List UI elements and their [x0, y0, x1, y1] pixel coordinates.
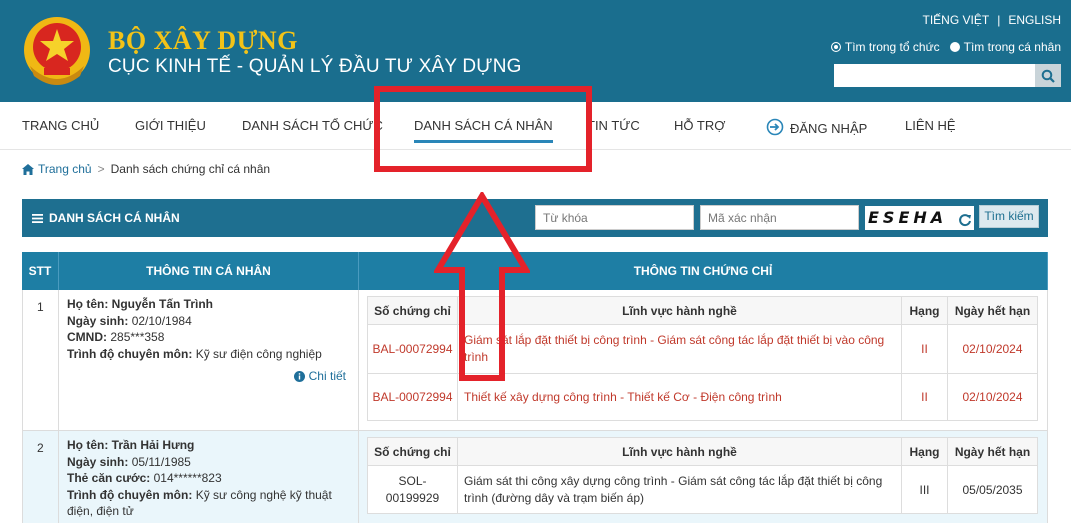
- cert-field: Thiết kế xây dựng công trình - Thiết kế …: [457, 373, 902, 421]
- cert-col-lv: Lĩnh vực hành nghề: [457, 296, 902, 325]
- nav-news[interactable]: TIN TỨC: [587, 118, 640, 133]
- nav-persons[interactable]: DANH SÁCH CÁ NHÂN: [414, 118, 553, 143]
- person-info: Họ tên: Nguyễn Tấn Trình Ngày sinh: 02/1…: [59, 290, 359, 430]
- cert-col-so: Số chứng chỉ: [367, 437, 458, 466]
- nav-about[interactable]: GIỚI THIỆU: [135, 118, 206, 133]
- breadcrumb: Trang chủ > Danh sách chứng chỉ cá nhân: [22, 162, 270, 176]
- scope-person-radio[interactable]: Tìm trong cá nhân: [949, 40, 1061, 54]
- cert-row[interactable]: BAL-00072994 Giám sát lắp đặt thiết bị c…: [367, 324, 1038, 374]
- nav-login[interactable]: ĐĂNG NHẬP: [766, 118, 867, 136]
- lang-en-link[interactable]: ENGLISH: [1008, 13, 1061, 27]
- cert-row[interactable]: SOL-00199929 Giám sát thi công xây dựng …: [367, 465, 1038, 514]
- person-dob: 05/11/1985: [131, 454, 191, 469]
- search-button[interactable]: Tìm kiếm: [979, 205, 1039, 228]
- table-header: STT THÔNG TIN CÁ NHÂN THÔNG TIN CHỨNG CH…: [22, 252, 1048, 290]
- cert-col-hang: Hạng: [901, 296, 948, 325]
- cert-col-nh: Ngày hết hạn: [947, 437, 1038, 466]
- cert-grade: II: [901, 373, 948, 421]
- keyword-input[interactable]: Từ khóa: [535, 205, 694, 230]
- list-toolbar: DANH SÁCH CÁ NHÂN Từ khóa Mã xác nhận ES…: [22, 199, 1048, 237]
- login-icon: [766, 118, 784, 136]
- row-stt: 2: [22, 431, 59, 523]
- person-id: 285***358: [110, 330, 165, 344]
- scope-org-radio[interactable]: Tìm trong tổ chức: [830, 40, 940, 54]
- radio-checked-icon: [830, 42, 841, 52]
- row-stt: 1: [22, 290, 59, 430]
- refresh-icon[interactable]: [957, 212, 973, 228]
- header-search-button[interactable]: [1035, 64, 1061, 87]
- lang-vi-link[interactable]: TIẾNG VIỆT: [923, 13, 990, 27]
- cert-grade: II: [901, 324, 948, 374]
- table-row: 2 Họ tên: Trần Hải Hưng Ngày sinh: 05/11…: [22, 431, 1048, 523]
- menu-icon: [32, 213, 43, 223]
- search-icon: [1041, 69, 1055, 83]
- nav-home[interactable]: TRANG CHỦ: [22, 118, 99, 133]
- person-id: 014******823: [153, 471, 222, 485]
- col-info: THÔNG TIN CÁ NHÂN: [59, 252, 359, 290]
- person-info: Họ tên: Trần Hải Hưng Ngày sinh: 05/11/1…: [59, 431, 359, 523]
- breadcrumb-current: Danh sách chứng chỉ cá nhân: [110, 162, 271, 176]
- cert-row[interactable]: BAL-00072994 Thiết kế xây dựng công trìn…: [367, 373, 1038, 421]
- home-icon: [22, 163, 34, 175]
- national-emblem-icon[interactable]: [22, 14, 92, 88]
- info-icon: [293, 370, 305, 382]
- header-search: [834, 64, 1061, 87]
- search-scope: Tìm trong tổ chức Tìm trong cá nhân: [830, 40, 1061, 54]
- cert-field: Giám sát thi công xây dựng công trình - …: [457, 465, 902, 514]
- breadcrumb-separator: >: [97, 162, 105, 176]
- cert-grade: III: [901, 465, 948, 514]
- site-header: BỘ XÂY DỰNG CỤC KINH TẾ - QUẢN LÝ ĐẦU TƯ…: [0, 0, 1071, 102]
- main-nav: TRANG CHỦ GIỚI THIỆU DANH SÁCH TỔ CHỨC D…: [0, 102, 1071, 150]
- table-row: 1 Họ tên: Nguyễn Tấn Trình Ngày sinh: 02…: [22, 290, 1048, 431]
- language-switcher: TIẾNG VIỆT | ENGLISH: [923, 13, 1062, 27]
- cert-col-lv: Lĩnh vực hành nghề: [457, 437, 902, 466]
- cert-number: SOL-00199929: [367, 465, 458, 514]
- cert-col-so: Số chứng chỉ: [367, 296, 458, 325]
- person-edu: Kỹ sư điện công nghiệp: [195, 346, 322, 361]
- cert-expiry: 05/05/2035: [947, 465, 1038, 514]
- detail-link[interactable]: Chi tiết: [293, 368, 346, 385]
- captcha-input[interactable]: Mã xác nhận: [700, 205, 859, 230]
- cert-expiry: 02/10/2024: [947, 324, 1038, 374]
- col-stt: STT: [22, 252, 59, 290]
- person-table: STT THÔNG TIN CÁ NHÂN THÔNG TIN CHỨNG CH…: [22, 252, 1048, 523]
- cert-expiry: 02/10/2024: [947, 373, 1038, 421]
- cert-info: Số chứng chỉ Lĩnh vực hành nghề Hạng Ngà…: [359, 290, 1048, 430]
- list-title: DANH SÁCH CÁ NHÂN: [32, 211, 180, 225]
- nav-support[interactable]: HỖ TRỢ: [674, 118, 725, 133]
- nav-orgs[interactable]: DANH SÁCH TỔ CHỨC: [242, 118, 383, 133]
- cert-number: BAL-00072994: [367, 373, 458, 421]
- cert-col-nh: Ngày hết hạn: [947, 296, 1038, 325]
- brand-title: BỘ XÂY DỰNG: [108, 26, 298, 55]
- person-name: Trần Hải Hưng: [111, 438, 195, 452]
- cert-col-hang: Hạng: [901, 437, 948, 466]
- cert-table: Số chứng chỉ Lĩnh vực hành nghề Hạng Ngà…: [367, 437, 1038, 514]
- col-cert: THÔNG TIN CHỨNG CHỈ: [359, 252, 1048, 290]
- header-search-input[interactable]: [834, 64, 1035, 87]
- nav-contact[interactable]: LIÊN HỆ: [905, 118, 956, 133]
- cert-number: BAL-00072994: [367, 324, 458, 374]
- brand-subtitle: CỤC KINH TẾ - QUẢN LÝ ĐẦU TƯ XÂY DỰNG: [108, 56, 522, 77]
- cert-field: Giám sát lắp đặt thiết bị công trình - G…: [457, 324, 902, 374]
- breadcrumb-home[interactable]: Trang chủ: [22, 162, 92, 176]
- cert-table: Số chứng chỉ Lĩnh vực hành nghề Hạng Ngà…: [367, 296, 1038, 421]
- lang-separator: |: [997, 13, 1001, 27]
- radio-unchecked-icon: [949, 42, 960, 52]
- cert-info: Số chứng chỉ Lĩnh vực hành nghề Hạng Ngà…: [359, 431, 1048, 523]
- person-dob: 02/10/1984: [131, 313, 192, 328]
- person-name: Nguyễn Tấn Trình: [111, 297, 214, 311]
